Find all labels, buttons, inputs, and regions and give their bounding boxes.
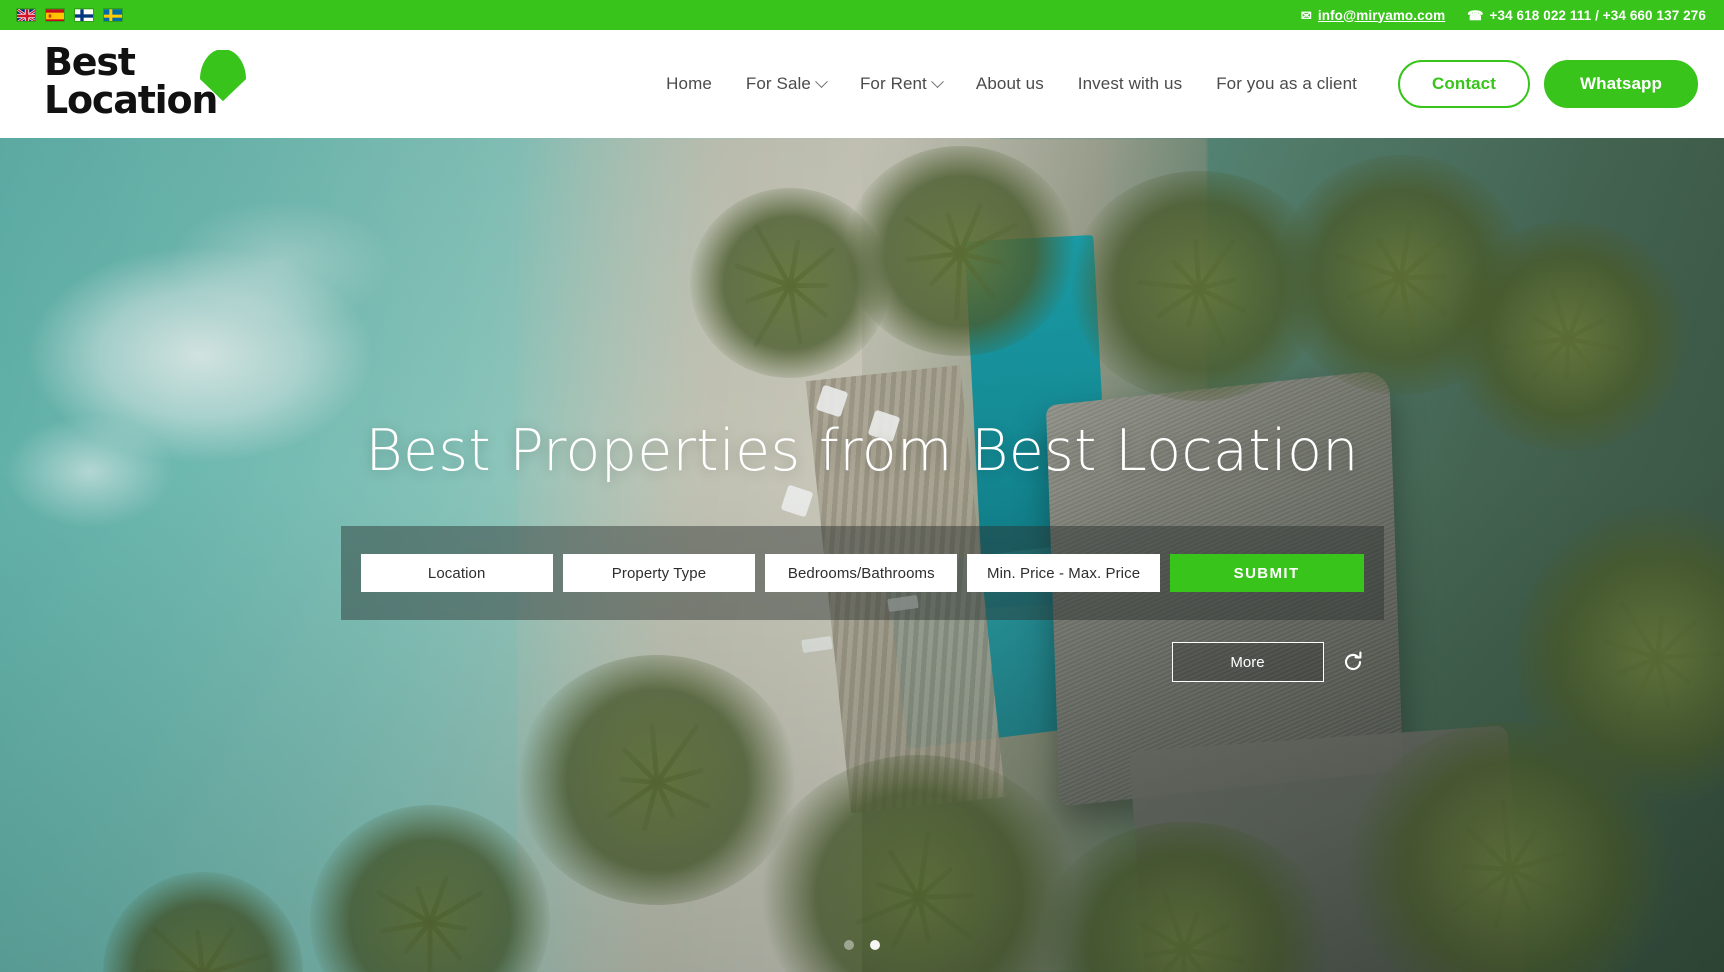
property-search-form: Location Property Type Bedrooms/Bathroom… — [340, 526, 1384, 620]
hero-headline: Best Properties from Best Location — [365, 418, 1359, 484]
nav-item-for-sale[interactable]: For Sale — [729, 64, 843, 104]
language-selector — [16, 8, 123, 22]
email-address[interactable]: info@miryamo.com — [1318, 8, 1445, 23]
email-contact[interactable]: ✉ info@miryamo.com — [1301, 8, 1445, 23]
swedish-flag[interactable] — [103, 8, 123, 22]
nav-label: About us — [975, 74, 1044, 93]
search-extra-controls: More — [341, 642, 1384, 682]
more-filters-button[interactable]: More — [1171, 642, 1324, 682]
phone-icon: ☎ — [1467, 7, 1484, 23]
hero-content: Best Properties from Best Location Locat… — [0, 138, 1724, 972]
nav-label: For you as a client — [1216, 74, 1357, 93]
location-field[interactable]: Location — [360, 554, 553, 592]
header-action-buttons: Contact Whatsapp — [1397, 60, 1698, 108]
nav-label: Home — [666, 74, 712, 93]
site-logo[interactable]: Best Location — [22, 41, 254, 127]
nav-item-home[interactable]: Home — [649, 64, 729, 104]
spanish-flag[interactable] — [45, 8, 65, 22]
nav-item-invest-with-us[interactable]: Invest with us — [1061, 64, 1199, 104]
submit-search-button[interactable]: SUBMIT — [1169, 554, 1364, 592]
nav-label: For Rent — [859, 74, 927, 93]
topbar-contact-group: ✉ info@miryamo.com ☎ +34 618 022 111 / +… — [1301, 8, 1706, 23]
bedrooms-bathrooms-field[interactable]: Bedrooms/Bathrooms — [765, 554, 958, 592]
hero-banner: Best Properties from Best Location Locat… — [0, 138, 1724, 972]
top-utility-bar: ✉ info@miryamo.com ☎ +34 618 022 111 / +… — [0, 0, 1724, 30]
site-header: Best Location Home For Sale For Rent Abo… — [0, 30, 1724, 138]
chevron-down-icon — [815, 74, 828, 88]
carousel-dots — [844, 940, 880, 950]
nav-item-for-rent[interactable]: For Rent — [843, 64, 959, 104]
nav-label: Invest with us — [1077, 74, 1183, 93]
phone-contact[interactable]: ☎ +34 618 022 111 / +34 660 137 276 — [1467, 8, 1706, 23]
envelope-icon: ✉ — [1300, 7, 1312, 23]
carousel-dot-active[interactable] — [870, 940, 880, 950]
property-type-field[interactable]: Property Type — [562, 554, 756, 592]
whatsapp-button[interactable]: Whatsapp — [1543, 60, 1698, 108]
price-range-field[interactable]: Min. Price - Max. Price — [967, 554, 1160, 592]
nav-item-about-us[interactable]: About us — [959, 64, 1061, 104]
english-flag[interactable] — [16, 8, 36, 22]
carousel-dot[interactable] — [844, 940, 854, 950]
nav-item-for-you-as-a-client[interactable]: For you as a client — [1199, 64, 1374, 104]
chevron-down-icon — [931, 74, 944, 88]
reset-circular-arrow-icon[interactable] — [1340, 649, 1366, 675]
contact-button[interactable]: Contact — [1397, 60, 1530, 108]
main-navigation: Home For Sale For Rent About us Invest w… — [649, 64, 1374, 104]
nav-label: For Sale — [745, 74, 811, 93]
finnish-flag[interactable] — [74, 8, 94, 22]
phone-number: +34 618 022 111 / +34 660 137 276 — [1489, 7, 1706, 23]
